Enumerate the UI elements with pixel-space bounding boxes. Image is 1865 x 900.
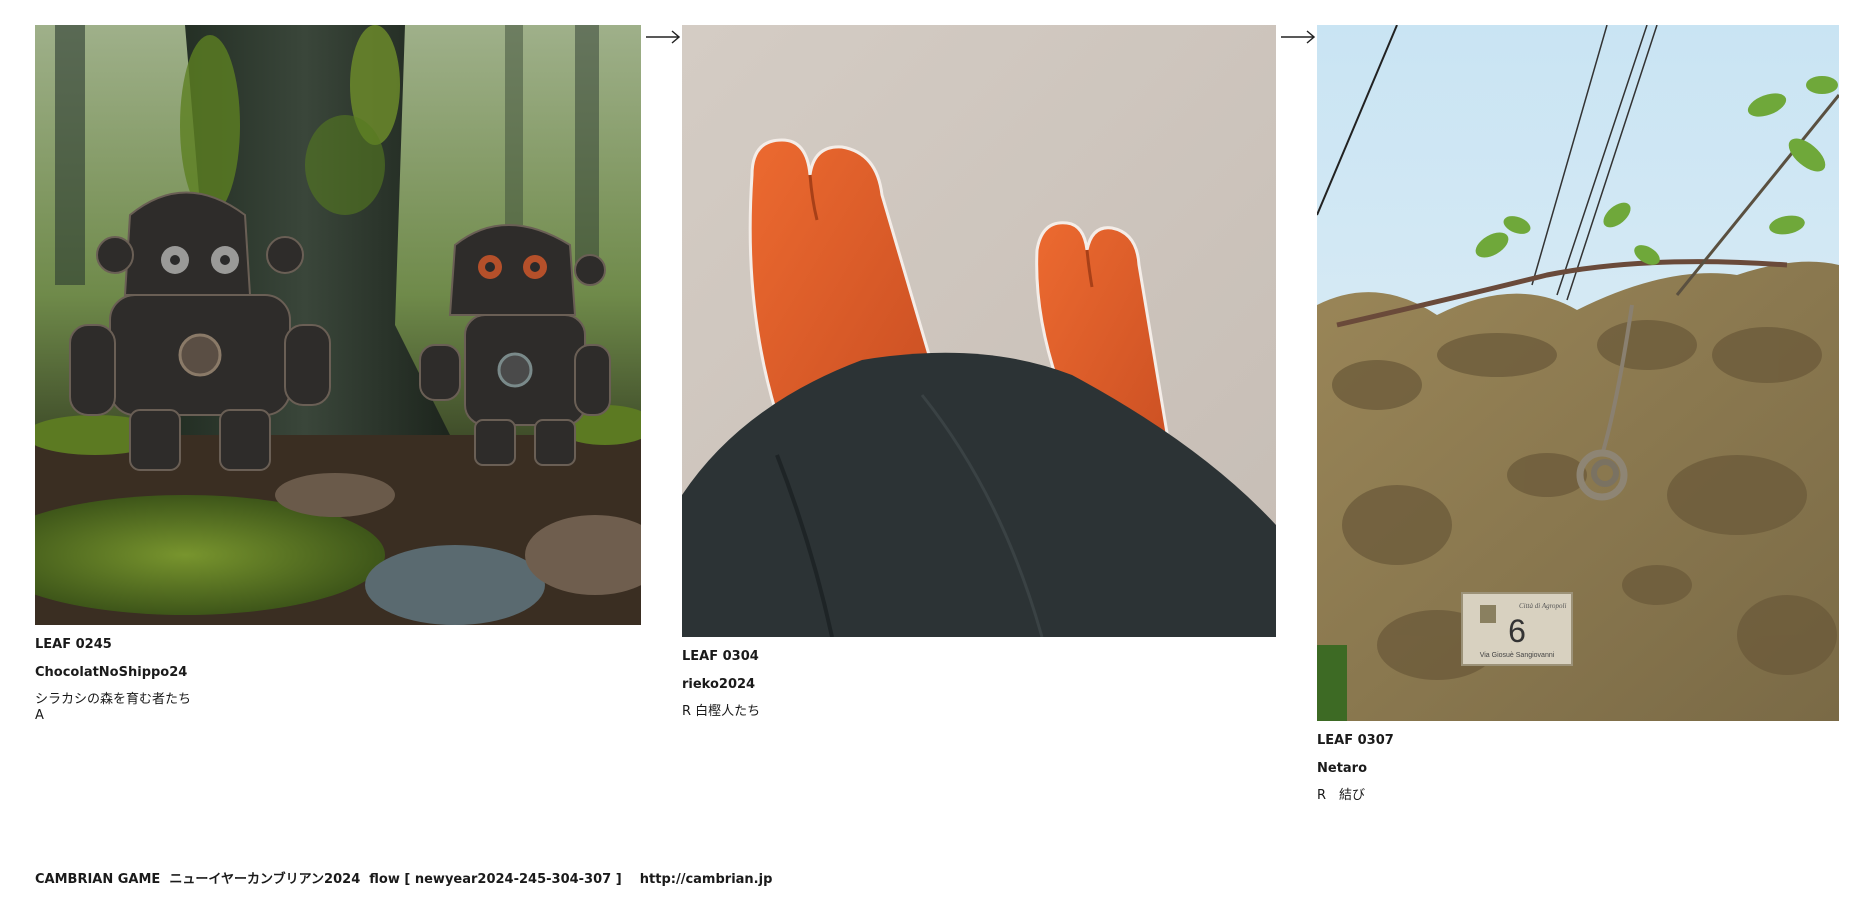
leaf-id: LEAF 0245 [35,637,112,652]
photo-stone-wall-rope-knot: Città di Agropoli 6 Via Giosuè Sangiovan… [1317,25,1839,721]
photo-robot-figures-forest [35,25,641,625]
leaf-id: LEAF 0307 [1317,733,1394,748]
footer-credit: CAMBRIAN GAME ニューイヤーカンブリアン2024 flow [ ne… [35,872,773,887]
sign-city: Città di Agropoli [1519,602,1567,610]
leaf-id: LEAF 0304 [682,649,759,664]
leaf-card-0307: Città di Agropoli 6 Via Giosuè Sangiovan… [1317,25,1839,804]
leaf-author: ChocolatNoShippo24 [35,665,188,680]
leaf-title: R 結び [1317,788,1366,803]
leaf-author: Netaro [1317,761,1368,776]
leaf-title: シラカシの森を育む者たち A [35,692,192,723]
sign-street: Via Giosuè Sangiovanni [1480,652,1555,659]
leaf-author: rieko2024 [682,677,756,692]
photo-orange-tabi-socks [682,25,1276,637]
leaf-title: R 白樫人たち [682,704,761,719]
sign-number: 6 [1508,613,1526,649]
leaf-card-0304: LEAF 0304 rieko2024 R 白樫人たち [682,25,1276,720]
arrow-right-icon [1281,30,1315,44]
leaf-card-0245: LEAF 0245 ChocolatNoShippo24 シラカシの森を育む者た… [35,25,641,724]
arrow-right-icon [646,30,680,44]
